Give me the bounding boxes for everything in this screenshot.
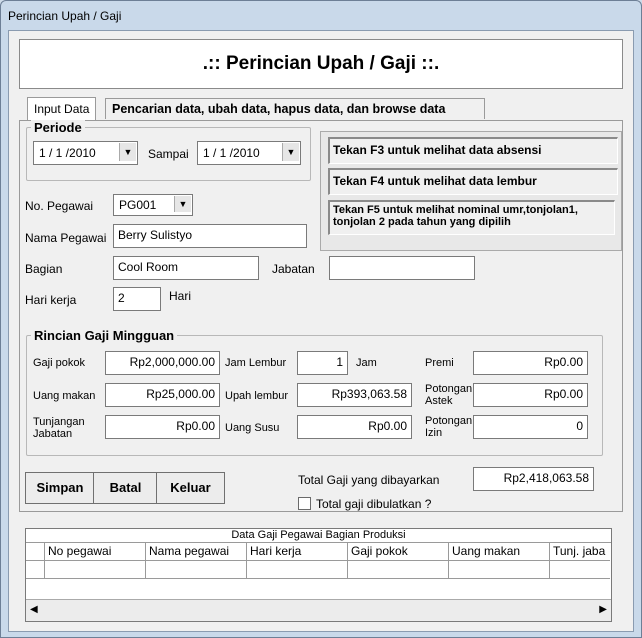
nama-pegawai-label: Nama Pegawai <box>25 231 107 245</box>
periode-from-date[interactable]: 1 / 1 /2010 ▼ <box>33 141 138 165</box>
total-gaji-field[interactable]: Rp2,418,063.58 <box>473 467 594 491</box>
table-cell[interactable] <box>146 561 247 579</box>
bagian-field[interactable]: Cool Room <box>113 256 259 280</box>
column-header[interactable]: Tunj. jaba <box>550 543 610 561</box>
tab-pencarian-data[interactable]: Pencarian data, ubah data, hapus data, d… <box>105 98 485 119</box>
chevron-down-icon[interactable]: ▼ <box>174 196 191 212</box>
uang-susu-value: Rp0.00 <box>368 419 407 433</box>
upah-lembur-label: Upah lembur <box>225 390 288 402</box>
bagian-label: Bagian <box>25 262 63 276</box>
column-header[interactable]: Uang makan <box>449 543 550 561</box>
total-gaji-value: Rp2,418,063.58 <box>503 471 589 485</box>
jabatan-label: Jabatan <box>272 262 315 276</box>
uang-makan-value: Rp25,000.00 <box>146 387 215 401</box>
total-dibulatkan-checkbox[interactable] <box>298 497 311 510</box>
column-header[interactable]: Nama pegawai <box>146 543 247 561</box>
jam-lembur-label: Jam Lembur <box>225 357 287 369</box>
table-cell[interactable] <box>550 561 610 579</box>
nama-pegawai-value: Berry Sulistyo <box>118 228 193 242</box>
jam-unit-label: Jam <box>356 357 377 369</box>
table-cell[interactable] <box>45 561 146 579</box>
hari-kerja-label: Hari kerja <box>25 293 77 307</box>
potongan-izin-label: Potongan Izin <box>425 415 473 439</box>
no-pegawai-label: No. Pegawai <box>25 199 94 213</box>
potongan-astek-label: Potongan Astek <box>425 383 473 407</box>
uang-makan-field[interactable]: Rp25,000.00 <box>105 383 220 407</box>
hari-kerja-field[interactable]: 2 <box>113 287 161 311</box>
upah-lembur-field[interactable]: Rp393,063.58 <box>297 383 412 407</box>
rincian-legend: Rincian Gaji Mingguan <box>31 328 178 343</box>
tunjangan-jabatan-label: Tunjangan Jabatan <box>33 416 85 440</box>
table-cell[interactable] <box>247 561 348 579</box>
batal-button[interactable]: Batal <box>93 472 158 504</box>
column-header[interactable]: Gaji pokok <box>348 543 449 561</box>
table-cell[interactable] <box>348 561 449 579</box>
premi-value: Rp0.00 <box>544 355 583 369</box>
periode-from-value: 1 / 1 /2010 <box>39 146 96 160</box>
no-pegawai-select[interactable]: PG001 ▼ <box>113 194 193 216</box>
table-cell[interactable] <box>449 561 550 579</box>
scroll-left-icon[interactable]: ◀ <box>30 604 38 615</box>
premi-label: Premi <box>425 357 454 369</box>
periode-legend: Periode <box>31 120 85 135</box>
total-dibulatkan-label: Total gaji dibulatkan ? <box>316 497 432 511</box>
keluar-button[interactable]: Keluar <box>156 472 225 504</box>
chevron-down-icon[interactable]: ▼ <box>282 143 299 161</box>
simpan-button[interactable]: Simpan <box>25 472 95 504</box>
upah-lembur-value: Rp393,063.58 <box>331 387 407 401</box>
hint-f5: Tekan F5 untuk melihat nominal umr,tonjo… <box>328 200 615 235</box>
window-title: Perincian Upah / Gaji <box>8 9 122 23</box>
column-header[interactable]: No pegawai <box>45 543 146 561</box>
horizontal-scrollbar[interactable]: ◀ ▶ <box>26 599 611 621</box>
total-gaji-label: Total Gaji yang dibayarkan <box>298 473 440 487</box>
tunjangan-jabatan-value: Rp0.00 <box>176 419 215 433</box>
hint-f3: Tekan F3 untuk melihat data absensi <box>328 137 618 164</box>
chevron-down-icon[interactable]: ▼ <box>119 143 136 161</box>
row-header-corner <box>26 543 45 561</box>
row-header[interactable] <box>26 561 45 579</box>
uang-makan-label: Uang makan <box>33 390 96 402</box>
periode-to-date[interactable]: 1 / 1 /2010 ▼ <box>197 141 301 165</box>
shortcut-hints-panel: Tekan F3 untuk melihat data absensi Teka… <box>320 131 622 251</box>
uang-susu-field[interactable]: Rp0.00 <box>297 415 412 439</box>
page-title: .:: Perincian Upah / Gaji ::. <box>19 39 623 89</box>
uang-susu-label: Uang Susu <box>225 422 280 434</box>
form-client-area: .:: Perincian Upah / Gaji ::. Input Data… <box>8 30 634 632</box>
jabatan-field[interactable] <box>329 256 475 280</box>
gaji-pokok-label: Gaji pokok <box>33 357 85 369</box>
tab-input-data[interactable]: Input Data <box>27 97 97 121</box>
title-bar: Perincian Upah / Gaji <box>1 1 641 31</box>
no-pegawai-value: PG001 <box>119 198 157 212</box>
periode-to-value: 1 / 1 /2010 <box>203 146 260 160</box>
main-window: Perincian Upah / Gaji .:: Perincian Upah… <box>0 0 642 638</box>
data-gaji-grid[interactable]: Data Gaji Pegawai Bagian Produksi No peg… <box>25 528 612 622</box>
bagian-value: Cool Room <box>118 260 179 274</box>
hari-unit-label: Hari <box>169 289 192 303</box>
hint-f4: Tekan F4 untuk melihat data lembur <box>328 168 618 195</box>
scroll-right-icon[interactable]: ▶ <box>599 604 607 615</box>
potongan-astek-value: Rp0.00 <box>544 387 583 401</box>
gaji-pokok-value: Rp2,000,000.00 <box>129 355 215 369</box>
premi-field[interactable]: Rp0.00 <box>473 351 588 375</box>
nama-pegawai-field[interactable]: Berry Sulistyo <box>113 224 307 248</box>
column-header[interactable]: Hari kerja <box>247 543 348 561</box>
jam-lembur-value: 1 <box>336 355 343 369</box>
sampai-label: Sampai <box>148 147 189 161</box>
jam-lembur-field[interactable]: 1 <box>297 351 348 375</box>
potongan-izin-field[interactable]: 0 <box>473 415 588 439</box>
tunjangan-jabatan-field[interactable]: Rp0.00 <box>105 415 220 439</box>
gaji-pokok-field[interactable]: Rp2,000,000.00 <box>105 351 220 375</box>
potongan-izin-value: 0 <box>576 419 583 433</box>
hari-kerja-value: 2 <box>118 291 125 305</box>
potongan-astek-field[interactable]: Rp0.00 <box>473 383 588 407</box>
grid-caption: Data Gaji Pegawai Bagian Produksi <box>26 529 611 543</box>
